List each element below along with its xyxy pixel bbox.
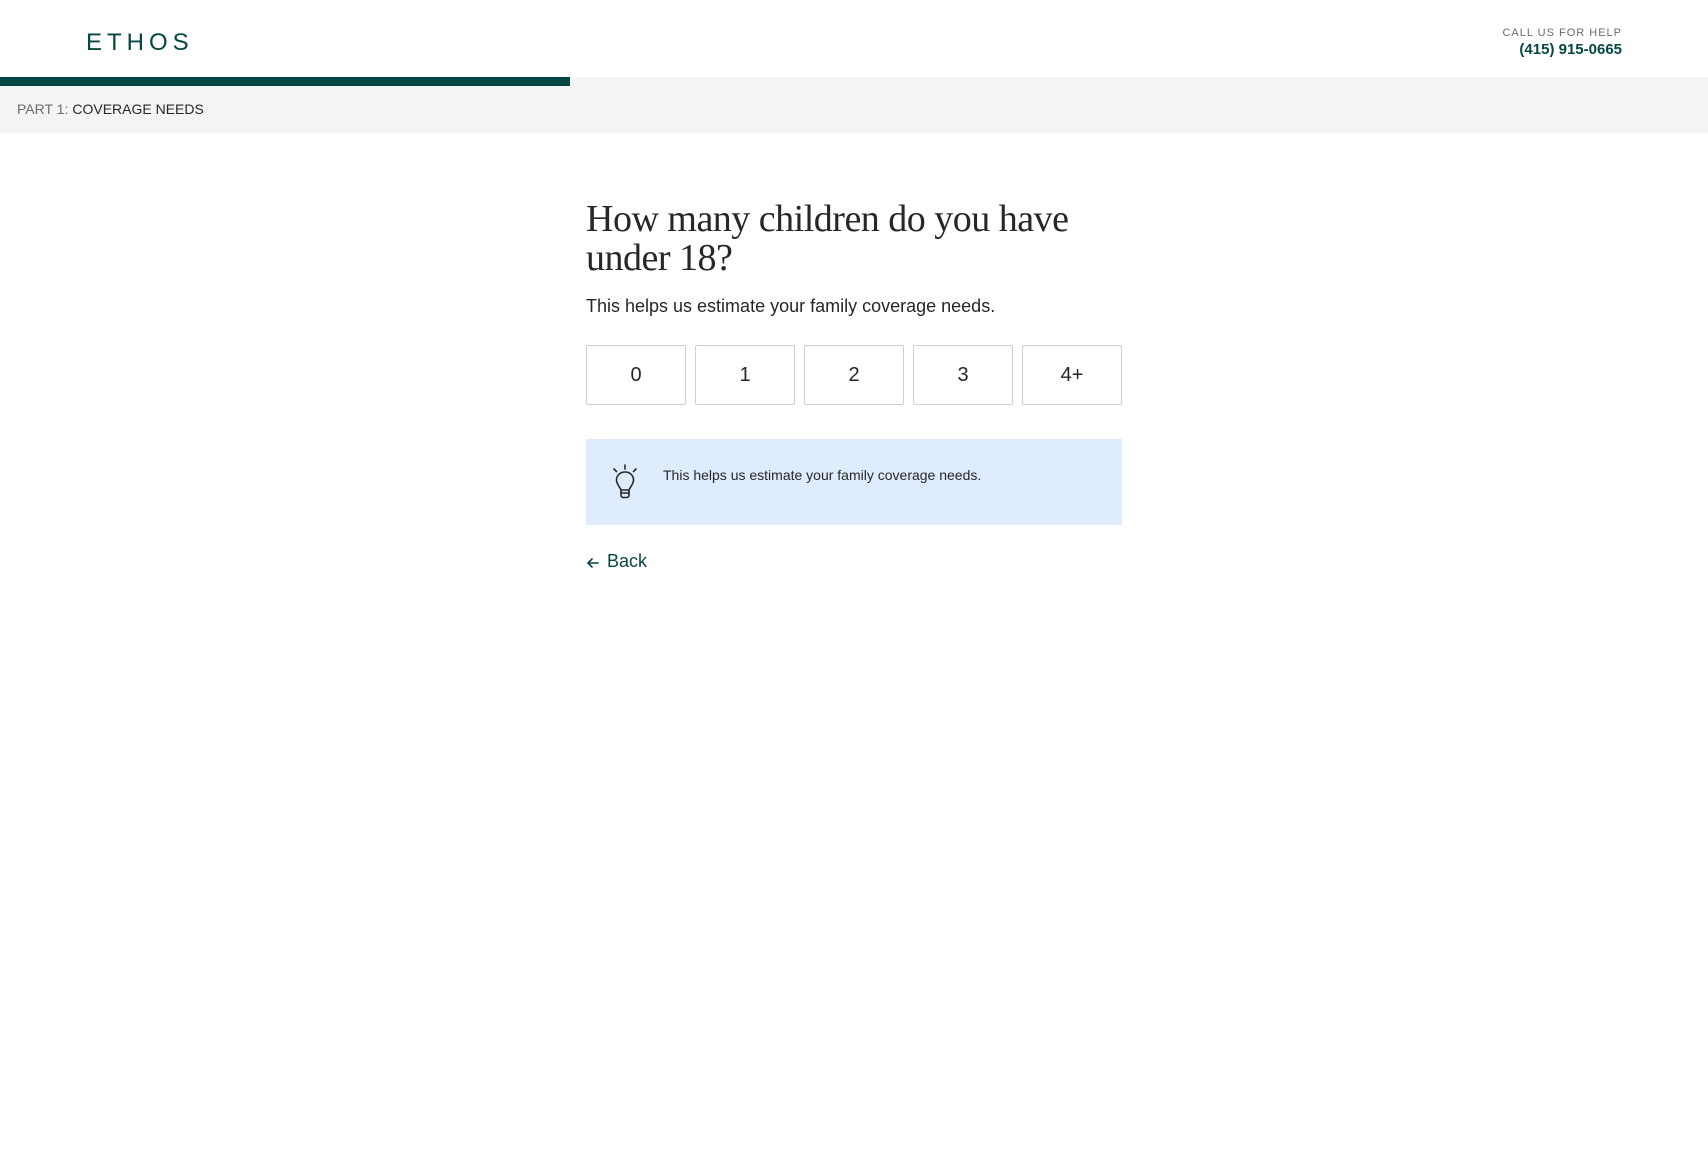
help-contact: CALL US FOR HELP (415) 915-0665 bbox=[1502, 25, 1622, 59]
option-4-plus-button[interactable]: 4+ bbox=[1022, 345, 1122, 405]
lightbulb-icon bbox=[613, 464, 637, 499]
back-label: Back bbox=[607, 551, 648, 571]
children-count-options: 0 1 2 3 4+ bbox=[586, 345, 1122, 405]
tip-box: This helps us estimate your family cover… bbox=[586, 439, 1122, 525]
site-header: ETHOS CALL US FOR HELP (415) 915-0665 bbox=[0, 0, 1708, 77]
help-phone-link[interactable]: (415) 915-0665 bbox=[1502, 41, 1622, 59]
progress-bar bbox=[0, 77, 1708, 86]
help-label: CALL US FOR HELP bbox=[1502, 27, 1622, 39]
back-link[interactable]: Back bbox=[586, 551, 647, 572]
progress-bar-fill bbox=[0, 77, 571, 86]
option-2-button[interactable]: 2 bbox=[804, 345, 904, 405]
part-name: COVERAGE NEEDS bbox=[72, 100, 204, 117]
ethos-logo[interactable]: ETHOS bbox=[86, 28, 194, 58]
option-0-button[interactable]: 0 bbox=[586, 345, 686, 405]
option-3-button[interactable]: 3 bbox=[913, 345, 1013, 405]
arrow-left-icon bbox=[587, 558, 599, 568]
tip-text: This helps us estimate your family cover… bbox=[663, 467, 982, 483]
question-title: How many children do you have under 18? bbox=[586, 198, 1069, 279]
question-panel: How many children do you have under 18? … bbox=[586, 200, 1122, 575]
part-prefix: PART 1: bbox=[17, 100, 69, 117]
part-indicator: PART 1: COVERAGE NEEDS bbox=[0, 86, 1708, 133]
question-subtitle: This helps us estimate your family cover… bbox=[586, 296, 996, 316]
option-1-button[interactable]: 1 bbox=[695, 345, 795, 405]
